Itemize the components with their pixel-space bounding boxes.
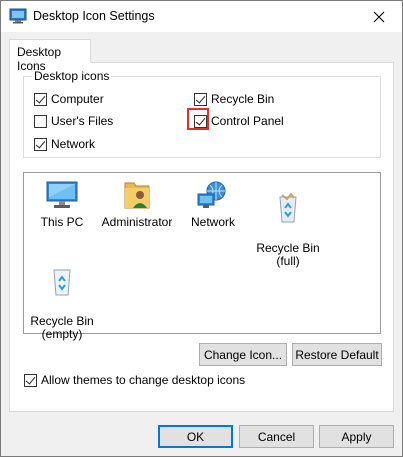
checkbox-box[interactable] [194,92,207,106]
recycle-bin-full-icon [279,193,297,223]
checkbox-box[interactable] [34,137,47,151]
checkbox-box[interactable] [34,92,47,106]
icon-recycle-bin-full[interactable]: Recycle Bin (full) [248,180,328,281]
icon-label: Administrator [101,215,173,229]
checkbox-allow-themes[interactable]: Allow themes to change desktop icons [24,373,245,387]
icon-label: Recycle Bin (full) [256,241,320,268]
icon-recycle-bin-empty[interactable]: Recycle Bin (empty) [22,253,102,354]
tab-desktop-icons[interactable]: Desktop Icons [9,39,91,73]
desktop-settings-icon [9,8,27,24]
icon-list[interactable]: This PC Administrator Network Recycle Bi… [22,172,381,341]
checkbox-network[interactable]: Network [34,137,95,151]
icon-administrator[interactable]: Administrator [97,180,177,229]
title-bar[interactable]: Desktop Icon Settings [1,1,402,32]
checkbox-label: Computer [51,92,104,106]
icon-this-pc[interactable]: This PC [22,180,102,229]
cancel-button[interactable]: Cancel [239,425,314,448]
network-icon [197,181,226,208]
restore-default-button[interactable]: Restore Default [292,343,382,366]
close-button[interactable] [356,1,402,32]
checkbox-label: Network [51,137,96,151]
icon-label: Recycle Bin (empty) [30,314,94,341]
window-title: Desktop Icon Settings [33,9,155,23]
checkbox-recycle-bin[interactable]: Recycle Bin [194,92,274,106]
icon-network[interactable]: Network [173,180,253,229]
checkbox-label: Recycle Bin [211,92,275,106]
icon-label: Network [190,215,235,229]
ok-button[interactable]: OK [158,425,233,448]
user-folder-icon [124,182,150,209]
icon-label: This PC [40,215,84,229]
checkbox-computer[interactable]: Computer [34,92,104,106]
checkbox-label: User's Files [51,114,114,128]
apply-button[interactable]: Apply [319,425,394,448]
dialog-window: Desktop Icon Settings Desktop Icons Desk… [0,0,403,457]
monitor-icon [46,181,78,208]
close-icon [373,11,385,22]
recycle-bin-empty-icon [53,269,71,296]
checkbox-box[interactable] [24,373,37,387]
checkbox-label: Allow themes to change desktop icons [41,373,246,387]
tab-panel: Desktop icons Computer Recycle Bin User'… [9,62,394,412]
change-icon-button[interactable]: Change Icon... [199,343,287,366]
highlight-annotation [187,108,209,130]
checkbox-label: Control Panel [211,114,284,128]
checkbox-box[interactable] [34,114,47,128]
checkbox-users-files[interactable]: User's Files [34,114,113,128]
